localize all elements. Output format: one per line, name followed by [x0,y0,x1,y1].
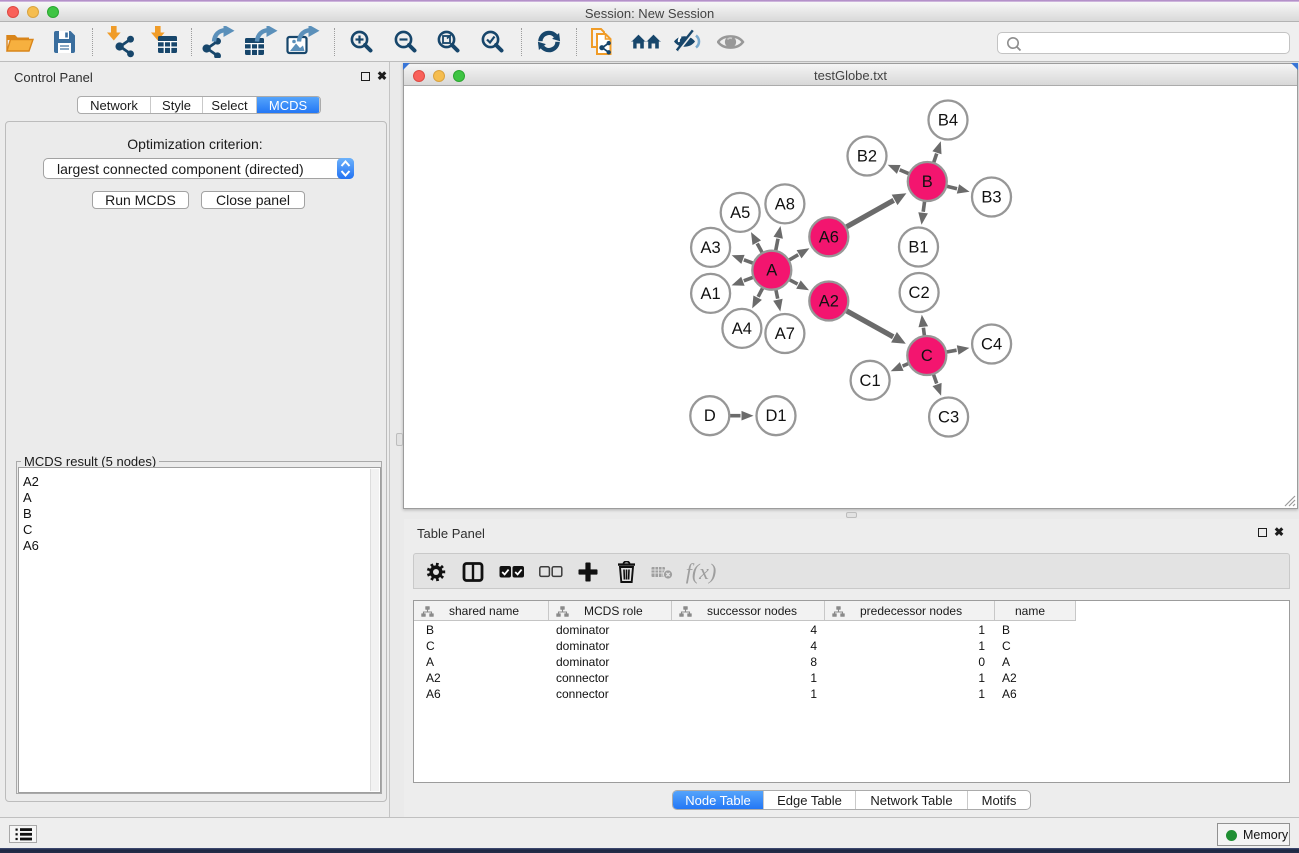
svg-text:A1: A1 [701,285,721,303]
svg-text:B1: B1 [908,239,928,257]
svg-text:A: A [766,262,777,280]
svg-text:A8: A8 [775,195,795,213]
svg-text:A5: A5 [730,204,750,222]
svg-text:C4: C4 [981,336,1002,354]
svg-text:A2: A2 [819,293,839,311]
svg-text:D1: D1 [765,407,786,425]
svg-text:A6: A6 [819,228,839,246]
svg-text:B: B [922,173,933,191]
svg-text:C1: C1 [860,372,881,390]
svg-text:C: C [921,347,933,365]
svg-text:C3: C3 [938,409,959,427]
svg-text:B2: B2 [857,148,877,166]
svg-text:A7: A7 [775,325,795,343]
svg-text:B4: B4 [938,112,958,130]
svg-text:B3: B3 [981,189,1001,207]
svg-text:D: D [704,407,716,425]
svg-text:C2: C2 [909,284,930,302]
svg-text:A3: A3 [701,239,721,257]
svg-text:A4: A4 [732,320,752,338]
